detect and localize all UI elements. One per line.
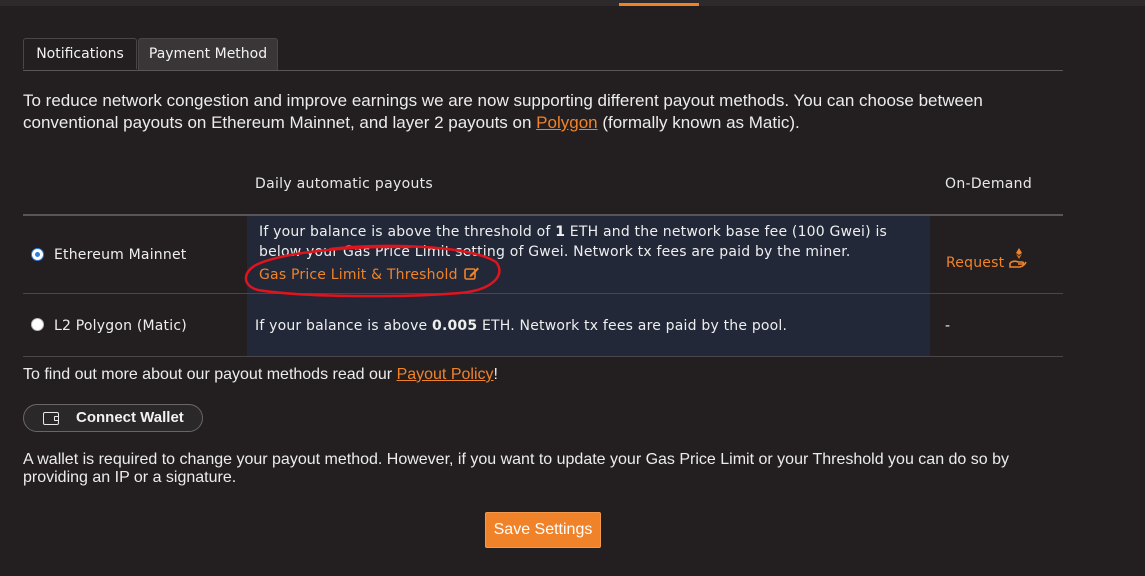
payout-description: If your balance is above the threshold o… (259, 222, 919, 262)
payout-policy-link[interactable]: Payout Policy (397, 366, 494, 383)
wallet-icon (43, 412, 59, 425)
intro-text: To reduce network congestion and improve… (23, 90, 1053, 134)
header-daily-payouts: Daily automatic payouts (255, 176, 433, 192)
payout-policy-text: To find out more about our payout method… (23, 366, 498, 384)
connect-wallet-button[interactable]: Connect Wallet (23, 404, 203, 432)
edit-icon (464, 267, 480, 280)
threshold-value: 1 (555, 224, 566, 240)
tab-notifications[interactable]: Notifications (23, 38, 137, 69)
policy-text-before: To find out more about our payout method… (23, 366, 397, 383)
connect-wallet-label: Connect Wallet (76, 409, 184, 426)
description-part1: If your balance is above the threshold o… (259, 224, 556, 240)
top-bar (0, 0, 1145, 6)
policy-text-after: ! (493, 366, 498, 383)
radio-l2-polygon[interactable] (31, 318, 44, 331)
threshold-value: 0.005 (432, 318, 478, 334)
header-on-demand: On-Demand (945, 176, 1033, 192)
hand-coin-icon (1009, 248, 1027, 268)
wallet-note: A wallet is required to change your payo… (23, 451, 1010, 486)
tab-bar: Notifications Payment Method (23, 38, 1063, 71)
on-demand-value: - (945, 318, 951, 334)
tab-payment-method[interactable]: Payment Method (138, 38, 278, 70)
description-part1: If your balance is above (255, 318, 433, 334)
intro-text-before: To reduce network congestion and improve… (23, 91, 983, 132)
description-part2: ETH. Network tx fees are paid by the poo… (477, 318, 788, 334)
gas-price-threshold-link[interactable]: Gas Price Limit & Threshold (259, 266, 480, 283)
payout-method-name: Ethereum Mainnet (54, 247, 187, 263)
payout-description: If your balance is above 0.005 ETH. Netw… (255, 318, 787, 334)
radio-ethereum-mainnet[interactable] (31, 248, 44, 261)
intro-text-after: (formally known as Matic). (597, 113, 800, 132)
gas-price-threshold-label: Gas Price Limit & Threshold (259, 267, 458, 283)
request-label: Request (946, 255, 1005, 271)
active-nav-indicator (619, 3, 699, 6)
save-settings-button[interactable]: Save Settings (485, 512, 601, 548)
request-payout-link[interactable]: Request (946, 247, 1027, 271)
table-bottom-divider (23, 356, 1063, 357)
polygon-link[interactable]: Polygon (536, 113, 597, 132)
payout-method-name: L2 Polygon (Matic) (54, 318, 187, 334)
